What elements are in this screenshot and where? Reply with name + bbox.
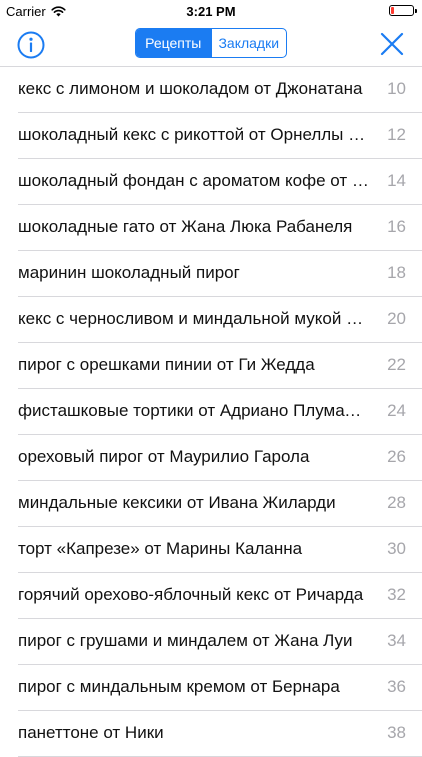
segmented-control: Рецепты Закладки	[135, 28, 287, 58]
recipe-title: панеттоне от Ники	[18, 723, 164, 742]
list-item[interactable]: шоколадный кекс с рикоттой от Орнеллы Ма…	[0, 113, 422, 159]
recipe-page-number: 16	[387, 217, 406, 236]
info-button[interactable]	[17, 31, 45, 59]
recipe-title: миндальные кексики от Ивана Жиларди	[18, 493, 336, 512]
recipe-title: горячий орехово-яблочный кекс от Ричарда	[18, 585, 364, 604]
list-item[interactable]: миндальные кексики от Ивана Жиларди 28	[0, 481, 422, 527]
battery-nub	[415, 9, 417, 13]
recipe-page-number: 34	[387, 631, 406, 650]
status-bar: Carrier 3:21 PM	[0, 0, 422, 22]
recipe-page-number: 36	[387, 677, 406, 696]
recipe-page-number: 28	[387, 493, 406, 512]
recipe-page-number: 24	[387, 401, 406, 420]
recipe-page-number: 10	[387, 79, 406, 98]
close-icon	[380, 32, 404, 56]
list-item[interactable]: ореховый пирог от Маурилио Гарола 26	[0, 435, 422, 481]
list-item[interactable]: пирог с грушами и миндалем от Жана Луи 34	[0, 619, 422, 665]
recipe-page-number: 26	[387, 447, 406, 466]
recipe-page-number: 14	[387, 171, 406, 190]
list-item[interactable]: фисташковые тортики от Адриано Плумаччи 2…	[0, 389, 422, 435]
recipe-title: маринин шоколадный пирог	[18, 263, 240, 282]
navigation-bar: Рецепты Закладки	[0, 22, 422, 66]
battery-level	[391, 7, 394, 14]
recipe-title: пирог с миндальным кремом от Бернара	[18, 677, 340, 696]
list-item[interactable]: горячий орехово-яблочный кекс от Ричарда…	[0, 573, 422, 619]
recipe-title: фисташковые тортики от Адриано Плумаччи	[18, 401, 370, 420]
recipe-page-number: 22	[387, 355, 406, 374]
recipe-page-number: 38	[387, 723, 406, 742]
list-item[interactable]: кекс с черносливом и миндальной мукой от…	[0, 297, 422, 343]
status-time: 3:21 PM	[186, 4, 236, 19]
recipe-list: кекс с лимоном и шоколадом от Джонатана 1…	[0, 66, 422, 757]
list-item[interactable]: пирог с миндальным кремом от Бернара 36	[0, 665, 422, 711]
recipe-page-number: 18	[387, 263, 406, 282]
info-icon	[17, 31, 45, 59]
list-item[interactable]: кекс с лимоном и шоколадом от Джонатана 1…	[0, 67, 422, 113]
segment-recipes[interactable]: Рецепты	[136, 29, 211, 57]
list-item[interactable]: шоколадные гато от Жана Люка Рабанеля 16	[0, 205, 422, 251]
recipe-page-number: 30	[387, 539, 406, 558]
recipe-title: кекс с черносливом и миндальной мукой от…	[18, 309, 370, 328]
list-item[interactable]: маринин шоколадный пирог 18	[0, 251, 422, 297]
list-item[interactable]: шоколадный фондан с ароматом кофе от Мар…	[0, 159, 422, 205]
list-item[interactable]: панеттоне от Ники 38	[0, 711, 422, 757]
close-button[interactable]	[380, 32, 404, 56]
recipe-title: кекс с лимоном и шоколадом от Джонатана	[18, 79, 363, 98]
recipe-title: шоколадный кекс с рикоттой от Орнеллы Ма…	[18, 125, 370, 144]
recipe-page-number: 20	[387, 309, 406, 328]
battery-icon	[389, 5, 417, 16]
list-item[interactable]: пирог с орешками пинии от Ги Жедда 22	[0, 343, 422, 389]
recipe-page-number: 32	[387, 585, 406, 604]
recipe-title: шоколадный фондан с ароматом кофе от Мар…	[18, 171, 370, 190]
recipe-title: ореховый пирог от Маурилио Гарола	[18, 447, 310, 466]
recipe-title: торт «Капрезе» от Марины Каланна	[18, 539, 303, 558]
list-item[interactable]: торт «Капрезе» от Марины Каланна 30	[0, 527, 422, 573]
recipe-page-number: 12	[387, 125, 406, 144]
recipe-title: пирог с грушами и миндалем от Жана Луи	[18, 631, 353, 650]
segment-bookmarks[interactable]: Закладки	[210, 29, 287, 57]
recipe-title: пирог с орешками пинии от Ги Жедда	[18, 355, 315, 374]
recipe-title: шоколадные гато от Жана Люка Рабанеля	[18, 217, 353, 236]
